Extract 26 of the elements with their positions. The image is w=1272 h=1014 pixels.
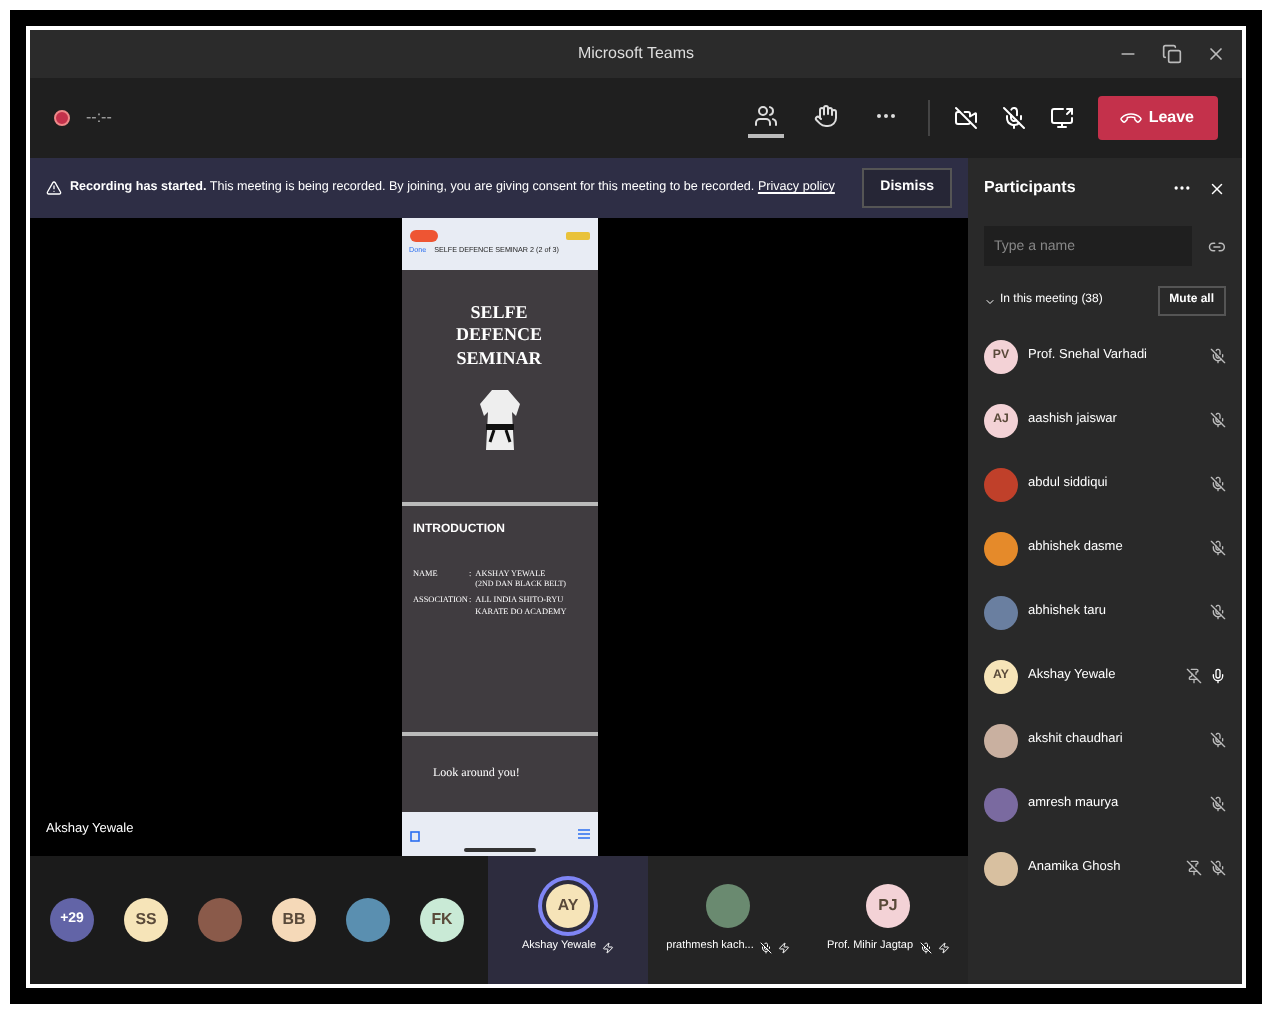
people-icon [754, 104, 779, 128]
list-icon[interactable] [577, 828, 589, 840]
karate-uniform-icon [477, 385, 521, 454]
camera-off-icon[interactable] [954, 106, 979, 130]
close-icon[interactable] [1208, 179, 1226, 197]
home-indicator-icon [463, 848, 535, 852]
hand-icon [814, 104, 839, 128]
slide-title: SELFE DEFENCE SEMINAR [453, 302, 544, 370]
time-pill-icon [409, 230, 437, 243]
timer: --:-- [86, 106, 112, 130]
close-icon[interactable] [1206, 44, 1226, 64]
battery-icon [565, 232, 589, 241]
lightning-icon [602, 941, 614, 953]
warning-icon [46, 180, 62, 196]
share-screen-icon[interactable] [1050, 106, 1075, 130]
pin-icon[interactable] [1186, 860, 1202, 876]
chevron-icon [984, 295, 996, 307]
lightning-icon [777, 941, 790, 953]
panel-title: Participants [984, 176, 1076, 200]
window-title: Microsoft Teams [577, 42, 695, 66]
pin-icon[interactable] [1186, 668, 1202, 684]
leave-button[interactable]: Leave [1098, 96, 1218, 140]
mic-off-icon[interactable] [1002, 106, 1027, 130]
restore-icon[interactable] [1162, 44, 1182, 64]
lightning-icon [937, 941, 950, 953]
link-icon[interactable] [1208, 237, 1226, 255]
